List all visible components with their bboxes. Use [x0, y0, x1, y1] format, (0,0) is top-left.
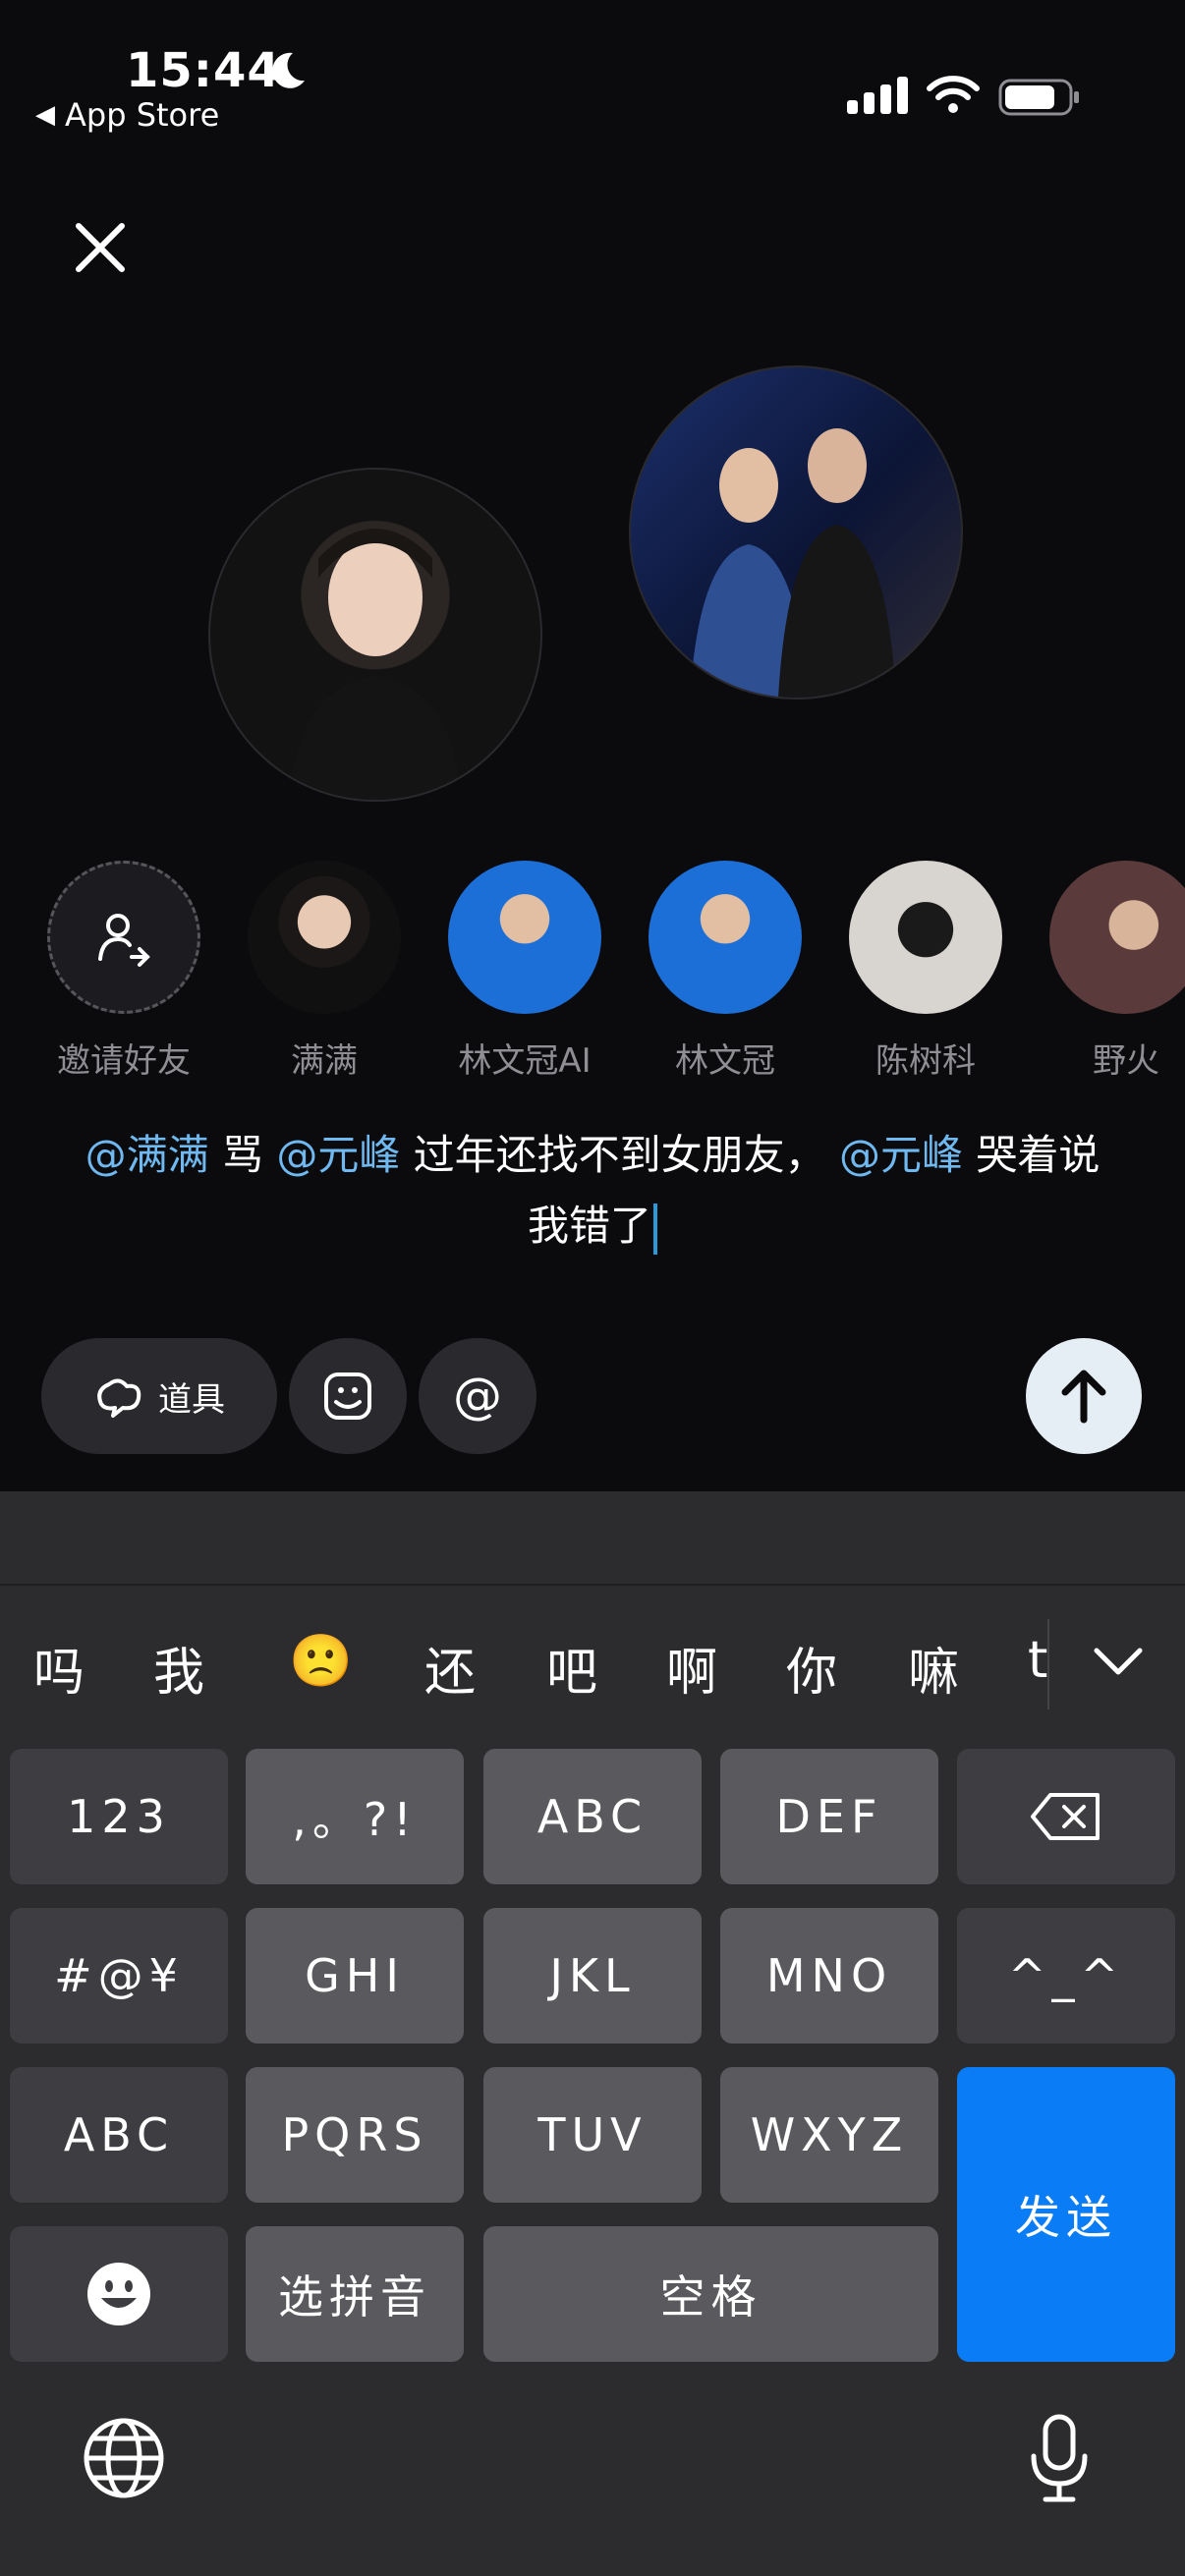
friend-name: 陈树科 — [875, 1041, 976, 1081]
mention[interactable]: @满满 — [85, 1131, 209, 1179]
avatar — [649, 861, 802, 1014]
friend-name: 邀请好友 — [57, 1041, 191, 1081]
key-abc[interactable]: ABC — [483, 1749, 702, 1884]
friend-linwenguan[interactable]: 林文冠 — [647, 861, 804, 1082]
props-label: 道具 — [158, 1379, 225, 1420]
candidate[interactable]: 你 — [786, 1631, 837, 1705]
key-def[interactable]: DEF — [720, 1749, 938, 1884]
candidate[interactable]: 吗 — [33, 1631, 85, 1705]
candidate[interactable]: 吧 — [546, 1631, 597, 1705]
key-mno[interactable]: MNO — [720, 1908, 938, 2044]
key-symbols[interactable]: #@¥ — [10, 1908, 228, 2044]
delete-key[interactable] — [957, 1749, 1175, 1884]
back-triangle-icon: ◀ — [35, 100, 55, 130]
two-men-photo-icon — [690, 428, 896, 698]
friend-name: 林文冠AI — [458, 1041, 592, 1081]
mention-button[interactable]: @ — [419, 1338, 536, 1454]
globe-icon[interactable] — [83, 2417, 165, 2499]
invite-friend[interactable]: 邀请好友 — [45, 861, 202, 1082]
battery-icon — [998, 79, 1079, 116]
backspace-icon — [1031, 1793, 1100, 1840]
props-button[interactable]: 道具 — [41, 1338, 277, 1454]
key-select-pinyin[interactable]: 选拼音 — [246, 2226, 464, 2362]
friend-manman[interactable]: 满满 — [246, 861, 403, 1082]
woman-portrait-icon — [289, 529, 462, 800]
candidate[interactable]: t — [1028, 1631, 1047, 1690]
divider — [0, 1584, 1185, 1586]
emoji-key[interactable] — [10, 2226, 228, 2362]
friend-chenshuke[interactable]: 陈树科 — [847, 861, 1004, 1082]
message-text: 骂 — [208, 1131, 277, 1179]
key-pqrs[interactable]: PQRS — [246, 2067, 464, 2203]
key-wxyz[interactable]: WXYZ — [720, 2067, 938, 2203]
message-text: 过年还找不到女朋友， — [400, 1131, 840, 1179]
send-arrow-button[interactable] — [1026, 1338, 1142, 1454]
key-ghi[interactable]: GHI — [246, 1908, 464, 2044]
sticker-icon — [324, 1372, 371, 1420]
key-tuv[interactable]: TUV — [483, 2067, 702, 2203]
emoji-smile-icon — [87, 2263, 150, 2325]
cellular-signal-icon — [847, 77, 908, 114]
back-app-label: App Store — [65, 96, 220, 134]
candidate[interactable]: 我 — [153, 1631, 204, 1705]
space-key[interactable]: 空格 — [483, 2226, 938, 2362]
friend-yehuo[interactable]: 野火 — [1047, 861, 1185, 1082]
friend-linwenguan-ai[interactable]: 林文冠AI — [446, 861, 603, 1082]
status-time: 15:44 — [126, 43, 281, 98]
wifi-icon — [927, 76, 980, 113]
avatar-group-large[interactable] — [629, 365, 963, 700]
friend-name: 林文冠 — [675, 1041, 775, 1081]
mention[interactable]: @元峰 — [276, 1131, 400, 1179]
close-icon[interactable] — [71, 218, 130, 277]
microphone-icon[interactable] — [1028, 2413, 1091, 2503]
avatar — [849, 861, 1002, 1014]
sticker-button[interactable] — [289, 1338, 407, 1454]
key-punct[interactable]: ,。?! — [246, 1749, 464, 1884]
invite-user-icon — [98, 914, 150, 967]
send-key[interactable]: 发送 — [957, 2067, 1175, 2362]
moon-icon — [272, 52, 305, 88]
text-caret — [653, 1203, 657, 1255]
candidate[interactable]: 嘛 — [908, 1631, 959, 1705]
props-icon — [97, 1378, 141, 1418]
key-kaomoji[interactable]: ^_^ — [957, 1908, 1175, 2044]
back-to-app-store[interactable]: ◀ App Store — [35, 96, 219, 134]
arrow-up-icon — [1061, 1370, 1106, 1424]
avatar — [248, 861, 401, 1014]
candidate[interactable]: 🙁 — [289, 1631, 353, 1691]
chevron-down-icon[interactable] — [1091, 1643, 1146, 1682]
message-input[interactable]: @满满 骂 @元峰 过年还找不到女朋友， @元峰 哭着说 我错了 — [59, 1120, 1126, 1261]
candidate[interactable]: 啊 — [666, 1631, 717, 1705]
key-jkl[interactable]: JKL — [483, 1908, 702, 2044]
key-abc-switch[interactable]: ABC — [10, 2067, 228, 2203]
friend-name: 满满 — [291, 1041, 358, 1081]
avatar-manman-large[interactable] — [208, 468, 542, 802]
candidate-separator — [1047, 1619, 1049, 1709]
avatar — [1049, 861, 1185, 1014]
mention[interactable]: @元峰 — [839, 1131, 963, 1179]
friend-name: 野火 — [1093, 1041, 1159, 1081]
at-label: @ — [453, 1368, 502, 1425]
avatar — [448, 861, 601, 1014]
key-123[interactable]: 123 — [10, 1749, 228, 1884]
candidate[interactable]: 还 — [424, 1631, 476, 1705]
